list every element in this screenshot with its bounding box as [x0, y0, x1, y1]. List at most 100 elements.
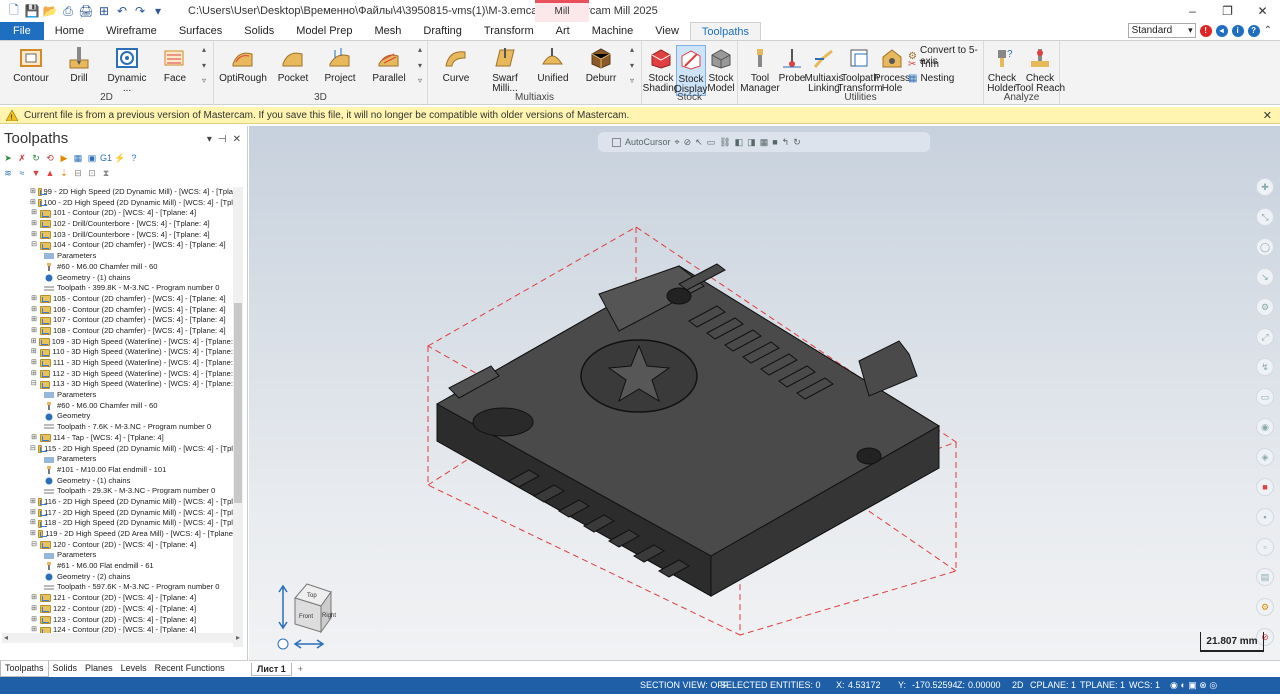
tree-operation-item[interactable]: ⊞ 121 - Contour (2D) - [WCS: 4] - [Tplane… [30, 593, 233, 604]
graphics-viewport[interactable]: AutoCursor ⌖ ⊘ ↖ ▭ ⛓ ◧ ◨ ▦ ■ ↰ ↻ ✚ ⤡ ◯ ↘… [249, 126, 1280, 660]
translucency-icon[interactable]: ▪ [1256, 508, 1274, 526]
help-icon-panel[interactable]: ? [128, 152, 140, 164]
dynamic-mill-button[interactable]: Dynamic ... [104, 45, 150, 94]
shaded-icon[interactable]: ◉ [1256, 418, 1274, 436]
info-icon[interactable]: i [1231, 24, 1244, 37]
toggle-display-icon[interactable]: ≈ [16, 167, 28, 179]
panel-close-icon[interactable]: ✕ [233, 134, 241, 145]
gallery-scroll-2d[interactable]: ▴ ▾ ▿ [198, 45, 210, 85]
tab-wireframe[interactable]: Wireframe [95, 22, 168, 40]
hide-icon[interactable]: ▫ [1256, 538, 1274, 556]
front-view-icon[interactable]: ↯ [1256, 358, 1274, 376]
tree-operation-item[interactable]: ⊞ 117 - 2D High Speed (2D Dynamic Mill) -… [30, 508, 233, 519]
expand-icon[interactable]: ⊞ [30, 615, 38, 626]
print-preview-icon[interactable]: 🖨 [78, 3, 94, 19]
tree-horizontal-scrollbar[interactable]: ◂ ▸ [2, 633, 242, 643]
help-back-icon[interactable]: ◂ [1215, 24, 1228, 37]
tree-operation-item[interactable]: ⊞ 101 - Contour (2D) - [WCS: 4] - [Tplane… [30, 208, 233, 219]
tree-child-item[interactable]: Geometry [30, 411, 233, 422]
expand-icon[interactable]: ⊞ [30, 347, 38, 358]
expand-icon[interactable]: ⊞ [30, 497, 36, 508]
contour-button[interactable]: Contour [12, 45, 50, 84]
layers-icon[interactable]: ▤ [1256, 568, 1274, 586]
optirough-button[interactable]: OptiRough [219, 45, 267, 84]
tab-file[interactable]: File [0, 22, 44, 40]
expand-icon[interactable]: ⊞ [30, 198, 36, 209]
zoom-target-icon[interactable]: ◯ [1256, 238, 1274, 256]
expand-icon[interactable]: ⊞ [30, 219, 38, 230]
regen-selected-icon[interactable]: ↻ [30, 152, 42, 164]
new-file-icon[interactable]: 🗋 [6, 3, 22, 19]
panel-menu-icon[interactable]: ▾ [207, 134, 212, 145]
expand-icon[interactable]: ⊞ [30, 315, 38, 326]
expand-icon[interactable]: ⊞ [30, 208, 38, 219]
gallery-scroll-3d[interactable]: ▴ ▾ ▿ [414, 45, 426, 85]
tab-levels-panel[interactable]: Levels [117, 661, 151, 677]
undo-icon[interactable]: ↶ [114, 3, 130, 19]
tab-drafting[interactable]: Drafting [412, 22, 473, 40]
settings-icon[interactable]: ⚙ [1256, 598, 1274, 616]
move-down-icon[interactable]: ▼ [30, 167, 42, 179]
tree-operation-item[interactable]: ⊞ 102 - Drill/Counterbore - [WCS: 4] - [T… [30, 219, 233, 230]
tree-child-item[interactable]: #60 - M6.00 Chamfer mill - 60 [30, 401, 233, 412]
collapse-icon[interactable]: ⊟ [30, 444, 36, 455]
minimize-button[interactable]: – [1175, 0, 1210, 22]
project-button[interactable]: Project [322, 45, 358, 84]
unified-button[interactable]: Unified [536, 45, 570, 84]
tree-child-item[interactable]: Parameters [30, 251, 233, 262]
tree-operation-item[interactable]: ⊞ 122 - Contour (2D) - [WCS: 4] - [Tplane… [30, 604, 233, 615]
open-icon[interactable]: 📂 [42, 3, 58, 19]
tree-operation-item[interactable]: ⊞ 118 - 2D High Speed (2D Dynamic Mill) -… [30, 518, 233, 529]
toolpath-transform-button[interactable]: Toolpath Transform [837, 45, 883, 94]
expand-icon[interactable]: ⊞ [30, 326, 38, 337]
tree-operation-item[interactable]: ⊞ 110 - 3D High Speed (Waterline) - [WCS:… [30, 347, 233, 358]
print-icon[interactable]: ⎙ [60, 3, 76, 19]
tree-operation-item[interactable]: ⊞ 100 - 2D High Speed (2D Dynamic Mill) -… [30, 198, 233, 209]
redo-icon[interactable]: ↷ [132, 3, 148, 19]
lock-icon[interactable]: ≋ [2, 167, 14, 179]
check-holder-button[interactable]: ? Check Holder [986, 45, 1018, 94]
tab-surfaces[interactable]: Surfaces [168, 22, 233, 40]
tree-child-item[interactable]: Toolpath - 29.3K - M-3.NC - Program numb… [30, 486, 233, 497]
tree-child-item[interactable]: Parameters [30, 454, 233, 465]
collapse-icon[interactable]: ⊟ [30, 240, 38, 251]
save-icon[interactable]: 💾 [24, 3, 40, 19]
expand-icon[interactable]: ⊞ [30, 369, 38, 380]
tree-operation-item[interactable]: ⊞ 103 - Drill/Counterbore - [WCS: 4] - [T… [30, 230, 233, 241]
expand-icon[interactable]: ⊞ [30, 187, 36, 198]
tree-child-item[interactable]: #101 - M10.00 Flat endmill - 101 [30, 465, 233, 476]
expand-icon[interactable]: ⊞ [30, 433, 38, 444]
right-view-icon[interactable]: ▭ [1256, 388, 1274, 406]
move-up-icon[interactable]: ▲ [44, 167, 56, 179]
dimension-mode[interactable]: 2D [1012, 680, 1024, 690]
tab-machine[interactable]: Machine [581, 22, 645, 40]
tab-home[interactable]: Home [44, 22, 95, 40]
verify-icon[interactable]: ▣ [86, 152, 98, 164]
view-style-select[interactable]: Standard [1127, 23, 1196, 38]
tree-child-item[interactable]: Geometry - (2) chains [30, 572, 233, 583]
face-button[interactable]: Face [158, 45, 192, 84]
swarf-milling-button[interactable]: Swarf Milli... [480, 45, 530, 94]
tab-planes-panel[interactable]: Planes [81, 661, 117, 677]
top-view-icon[interactable]: ⤢ [1256, 328, 1274, 346]
maximize-button[interactable]: ❐ [1210, 0, 1245, 22]
help-icon[interactable]: ? [1247, 24, 1260, 37]
collapse-ribbon-icon[interactable]: ⌃ [1264, 25, 1272, 36]
wcs-status[interactable]: WCS: 1 [1129, 680, 1160, 690]
expand-icon[interactable]: ⊞ [30, 305, 38, 316]
tab-transform[interactable]: Transform [473, 22, 545, 40]
filter-icon[interactable]: ⧗ [100, 167, 112, 179]
pin-icon[interactable]: ⊣ [218, 134, 227, 145]
deburr-button[interactable]: Deburr [584, 45, 618, 84]
view-cube[interactable]: Top Front Right [273, 578, 353, 656]
tree-operation-item[interactable]: ⊞ 107 - Contour (2D chamfer) - [WCS: 4] -… [30, 315, 233, 326]
tab-view[interactable]: View [644, 22, 690, 40]
collapse-icon[interactable]: ⊟ [30, 379, 38, 390]
process-hole-button[interactable]: Process Hole [874, 45, 910, 94]
tab-recent-functions-panel[interactable]: Recent Functions [151, 661, 229, 677]
curve-button[interactable]: Curve [440, 45, 472, 84]
backplot-icon[interactable]: ▦ [72, 152, 84, 164]
section-view-status[interactable]: SECTION VIEW: OFF [640, 680, 728, 690]
add-sheet-button[interactable]: + [298, 664, 303, 674]
high-feed-icon[interactable]: ⚡ [114, 152, 126, 164]
